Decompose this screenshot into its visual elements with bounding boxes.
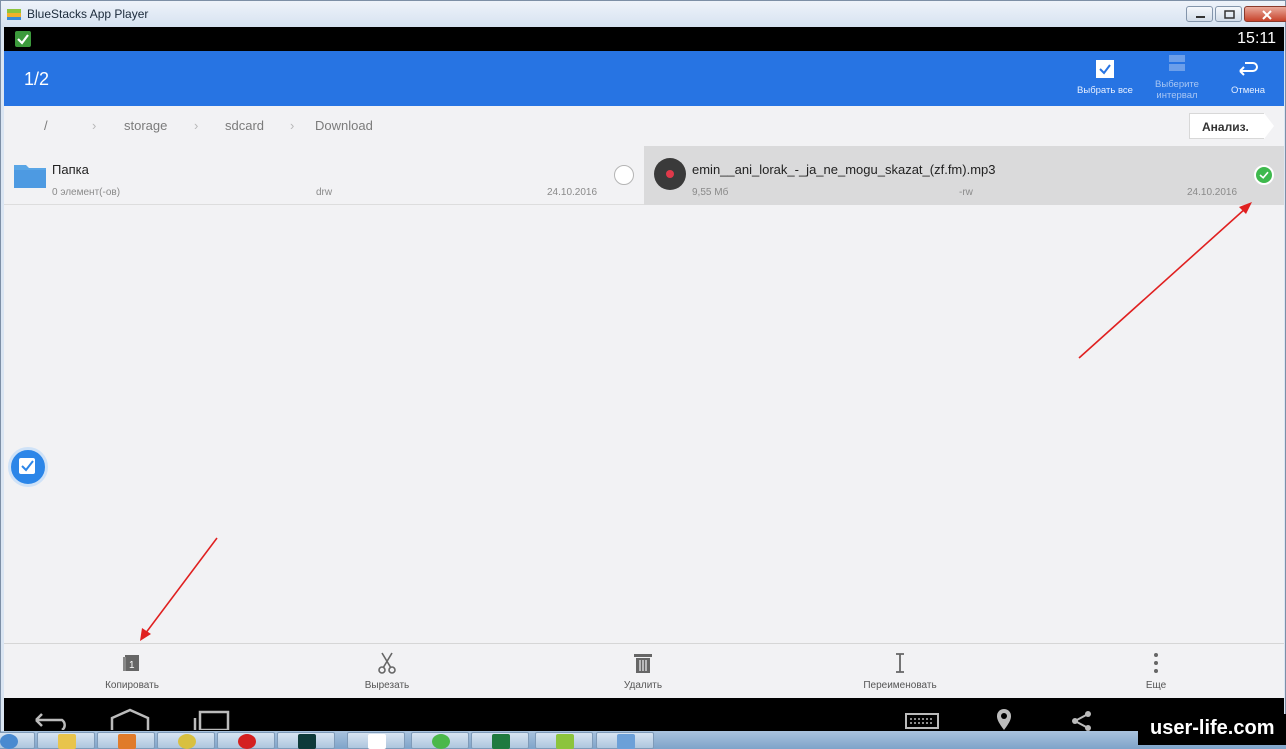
copy-label: Копировать <box>105 680 159 691</box>
cut-button[interactable]: Вырезать <box>307 644 467 699</box>
delete-label: Удалить <box>623 680 663 691</box>
more-button[interactable]: Еще <box>1076 644 1236 699</box>
selection-count: 1/2 <box>24 69 50 89</box>
analyze-button-tip <box>1264 113 1274 139</box>
svg-text:1: 1 <box>129 660 135 671</box>
minimize-button[interactable] <box>1186 6 1213 22</box>
minimize-icon <box>1196 16 1205 18</box>
item-permissions: -rw <box>959 187 973 198</box>
breadcrumb-storage[interactable]: storage <box>124 118 167 133</box>
close-button[interactable] <box>1244 6 1286 22</box>
breadcrumb-chevron-icon: › <box>290 118 295 133</box>
breadcrumb-chevron-icon: › <box>194 118 199 133</box>
taskbar-utorrent[interactable] <box>411 732 469 749</box>
select-all-label: Выбрать все <box>1077 85 1133 96</box>
list-item[interactable]: Папка 0 элемент(-ов) drw 24.10.2016 <box>4 146 644 205</box>
back-nav-icon[interactable] <box>32 710 70 730</box>
taskbar-document[interactable] <box>347 732 405 749</box>
checkbox-icon <box>19 458 35 474</box>
item-permissions: drw <box>316 187 333 198</box>
watermark-text: user-life.com <box>1138 714 1286 745</box>
select-checkbox[interactable] <box>614 165 634 185</box>
taskbar-opera[interactable] <box>217 732 275 749</box>
select-all-button[interactable]: Выбрать все <box>1070 51 1140 106</box>
maximize-button[interactable] <box>1215 6 1242 22</box>
bluestacks-logo-icon <box>7 9 21 20</box>
start-button[interactable] <box>0 732 35 749</box>
scissors-icon <box>378 652 396 674</box>
floating-select-button[interactable] <box>8 447 48 487</box>
item-size: 9,55 Мб <box>692 187 729 198</box>
select-interval-icon <box>1169 55 1185 71</box>
more-label: Еще <box>1145 680 1167 691</box>
copy-icon: 1 <box>123 655 139 671</box>
keyboard-icon[interactable] <box>904 712 940 730</box>
list-item-selected[interactable]: emin__ani_lorak_-_ja_ne_mogu_skazat_(zf.… <box>644 146 1284 205</box>
more-vert-icon <box>1154 653 1158 673</box>
delete-button[interactable]: Удалить <box>563 644 723 699</box>
notification-check-icon <box>15 31 31 47</box>
select-interval-label: Выберите интервал <box>1155 79 1199 101</box>
taskbar-app[interactable] <box>157 732 215 749</box>
rename-button[interactable]: Переименовать <box>820 644 980 699</box>
share-icon[interactable] <box>1070 710 1094 732</box>
cancel-label: Отмена <box>1230 85 1266 96</box>
home-nav-icon[interactable] <box>108 708 152 730</box>
close-icon <box>1262 10 1272 20</box>
item-date: 24.10.2016 <box>547 187 598 198</box>
music-disc-icon <box>654 158 686 190</box>
item-count: 0 элемент(-ов) <box>52 187 121 198</box>
breadcrumb-download[interactable]: Download <box>315 118 373 133</box>
bluestacks-window: BlueStacks App Player 15:11 1/2 Выбрать … <box>0 0 1286 749</box>
android-nav-bar <box>4 698 1284 732</box>
copy-button[interactable]: 1 Копировать <box>52 644 212 699</box>
item-date: 24.10.2016 <box>1187 187 1238 198</box>
cut-label: Вырезать <box>364 680 410 691</box>
location-pin-icon[interactable] <box>994 708 1014 732</box>
folder-icon <box>14 165 46 188</box>
recent-apps-icon[interactable] <box>192 710 232 730</box>
item-name: Папка <box>52 162 89 177</box>
select-all-icon <box>1096 60 1114 78</box>
taskbar-media-player[interactable] <box>97 732 155 749</box>
bottom-action-toolbar: 1 Копировать Вырезать Удалить Переименов… <box>4 643 1284 698</box>
cancel-back-icon <box>1239 62 1258 76</box>
rename-icon <box>896 653 904 673</box>
windows-taskbar <box>0 731 1286 749</box>
android-status-bar: 15:11 <box>4 27 1284 51</box>
breadcrumb-chevron-icon: › <box>92 118 97 133</box>
item-name: emin__ani_lorak_-_ja_ne_mogu_skazat_(zf.… <box>692 162 996 177</box>
selection-action-bar: 1/2 Выбрать все Выберите интервал Отмена <box>4 51 1284 106</box>
selected-check-icon[interactable] <box>1254 165 1274 185</box>
taskbar-audition[interactable] <box>277 732 335 749</box>
cancel-button[interactable]: Отмена <box>1217 51 1279 106</box>
trash-icon <box>634 654 652 673</box>
window-title: BlueStacks App Player <box>27 7 149 21</box>
analyze-button[interactable]: Анализ. <box>1189 113 1264 139</box>
breadcrumb-root[interactable]: / <box>44 118 48 133</box>
breadcrumb-sdcard[interactable]: sdcard <box>225 118 264 133</box>
taskbar-explorer[interactable] <box>37 732 95 749</box>
breadcrumb: / › storage › sdcard › Download Анализ. <box>4 106 1284 146</box>
title-bar: BlueStacks App Player <box>1 1 1286 27</box>
taskbar-bluestacks[interactable] <box>535 732 593 749</box>
rename-label: Переименовать <box>863 680 937 691</box>
maximize-icon <box>1224 10 1235 19</box>
select-interval-button[interactable]: Выберите интервал <box>1144 51 1210 106</box>
status-clock: 15:11 <box>1237 30 1276 47</box>
taskbar-excel[interactable] <box>471 732 529 749</box>
file-browser-content: / › storage › sdcard › Download Анализ. … <box>4 106 1284 643</box>
taskbar-notes[interactable] <box>596 732 654 749</box>
